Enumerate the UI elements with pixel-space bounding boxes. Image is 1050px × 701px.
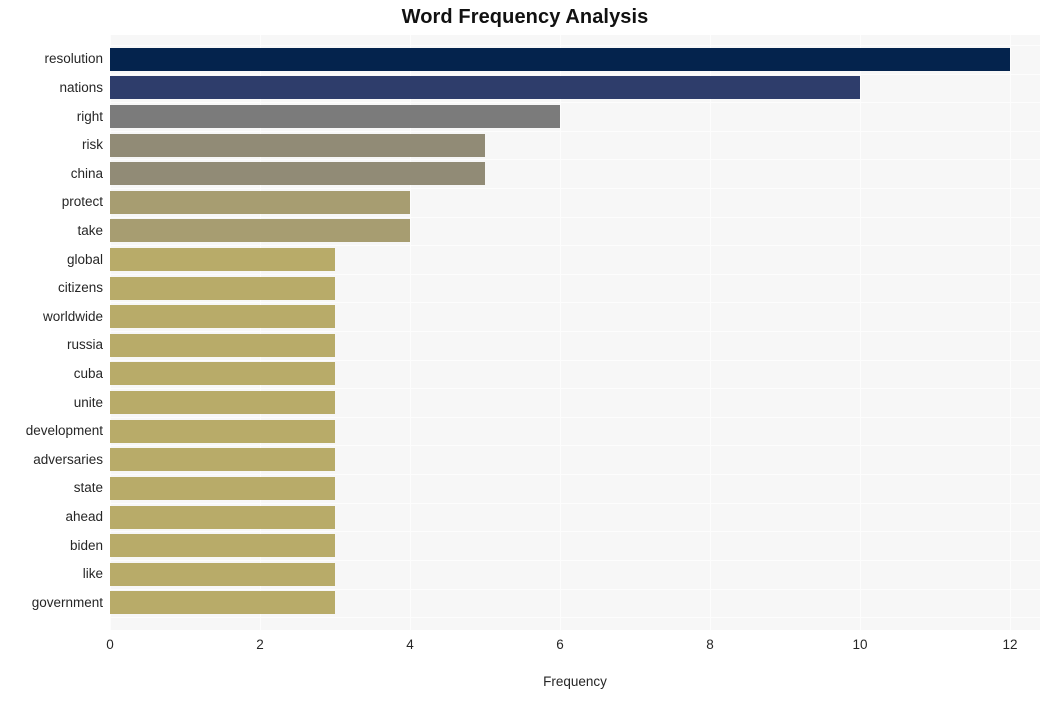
y-tick-label-russia: russia <box>66 337 103 353</box>
gridline-horizontal <box>110 503 1040 504</box>
bar-fill <box>110 133 485 157</box>
y-tick-label-state: state <box>73 480 103 496</box>
x-tick-label-12: 12 <box>1002 637 1018 652</box>
bar-fill <box>110 105 560 129</box>
bar-fill <box>110 419 335 443</box>
gridline-horizontal <box>110 417 1040 418</box>
y-tick-label-china: china <box>70 165 103 181</box>
bar-state <box>110 476 335 500</box>
bar-like <box>110 562 335 586</box>
bar-fill <box>110 562 335 586</box>
bar-fill <box>110 362 335 386</box>
y-tick-label-ahead: ahead <box>65 509 103 524</box>
gridline-horizontal <box>110 360 1040 361</box>
gridline-horizontal <box>110 302 1040 303</box>
x-tick-label-8: 8 <box>706 637 714 652</box>
bar-fill <box>110 534 335 558</box>
y-tick-label-citizens: citizens <box>57 280 103 296</box>
y-tick-label-right: right <box>76 108 103 124</box>
x-tick-label-10: 10 <box>852 637 868 652</box>
bar-russia <box>110 333 335 357</box>
gridline-horizontal <box>110 589 1040 590</box>
y-tick-label-cuba: cuba <box>73 365 103 381</box>
x-tick-label-2: 2 <box>256 637 264 652</box>
bar-china <box>110 162 485 186</box>
gridline-horizontal <box>110 274 1040 275</box>
gridline-horizontal <box>110 45 1040 46</box>
bar-unite <box>110 391 335 415</box>
gridline-horizontal <box>110 560 1040 561</box>
bar-development <box>110 419 335 443</box>
chart-title: Word Frequency Analysis <box>401 6 649 28</box>
y-tick-label-protect: protect <box>61 194 103 210</box>
y-tick-label-worldwide: worldwide <box>42 308 103 324</box>
bar-fill <box>110 476 335 500</box>
gridline-horizontal <box>110 217 1040 218</box>
bar-nations <box>110 76 860 100</box>
y-tick-label-global: global <box>66 251 103 267</box>
gridline-horizontal <box>110 445 1040 446</box>
y-axis-tick-labels: resolution nations right risk china protect ta… <box>0 35 103 630</box>
bar-fill <box>110 591 335 615</box>
gridline-vertical <box>1010 35 1011 630</box>
bar-fill <box>110 47 1010 71</box>
gridline-horizontal <box>110 188 1040 189</box>
x-tick-label-0: 0 <box>106 637 114 652</box>
x-tick-label-4: 4 <box>406 637 414 652</box>
y-tick-label-biden: biden <box>69 537 103 553</box>
y-tick-label-government: government <box>31 594 103 610</box>
y-tick-label-take: take <box>77 222 103 238</box>
bar-fill <box>110 76 860 100</box>
bar-take <box>110 219 410 243</box>
y-tick-label-nations: nations <box>59 79 103 95</box>
bar-fill <box>110 505 335 529</box>
x-axis-title: Frequency <box>543 674 607 689</box>
bar-citizens <box>110 276 335 300</box>
bar-risk <box>110 133 485 157</box>
gridline-horizontal <box>110 102 1040 103</box>
bar-worldwide <box>110 305 335 329</box>
y-tick-label-like: like <box>82 566 103 582</box>
x-axis-tick-labels: 0 2 4 6 8 10 12 <box>0 637 1050 659</box>
y-tick-label-development: development <box>25 423 103 439</box>
gridline-horizontal <box>110 388 1040 389</box>
word-frequency-chart: Word Frequency Analysis resolution nation… <box>0 0 1050 701</box>
y-tick-label-adversaries: adversaries <box>33 451 103 467</box>
bar-biden <box>110 534 335 558</box>
gridline-horizontal <box>110 159 1040 160</box>
bar-fill <box>110 391 335 415</box>
gridline-vertical <box>860 35 861 630</box>
y-tick-label-resolution: resolution <box>44 51 103 67</box>
y-tick-label-unite: unite <box>73 394 103 410</box>
gridline-horizontal <box>110 531 1040 532</box>
gridline-horizontal <box>110 74 1040 75</box>
bar-fill <box>110 333 335 357</box>
bar-resolution <box>110 47 1010 71</box>
gridline-horizontal <box>110 331 1040 332</box>
gridline-horizontal <box>110 474 1040 475</box>
bar-adversaries <box>110 448 335 472</box>
gridline-horizontal <box>110 245 1040 246</box>
gridline-vertical <box>560 35 561 630</box>
bar-ahead <box>110 505 335 529</box>
bar-protect <box>110 190 410 214</box>
y-tick-label-risk: risk <box>82 137 103 153</box>
bar-fill <box>110 248 335 272</box>
bar-fill <box>110 162 485 186</box>
bar-global <box>110 248 335 272</box>
bar-fill <box>110 448 335 472</box>
plot-area <box>110 35 1040 630</box>
x-tick-label-6: 6 <box>556 637 564 652</box>
gridline-horizontal <box>110 617 1040 618</box>
bar-fill <box>110 305 335 329</box>
gridline-horizontal <box>110 131 1040 132</box>
bar-fill <box>110 276 335 300</box>
bar-cuba <box>110 362 335 386</box>
bar-right <box>110 105 560 129</box>
gridline-vertical <box>710 35 711 630</box>
bar-government <box>110 591 335 615</box>
bar-fill <box>110 219 410 243</box>
bar-fill <box>110 190 410 214</box>
